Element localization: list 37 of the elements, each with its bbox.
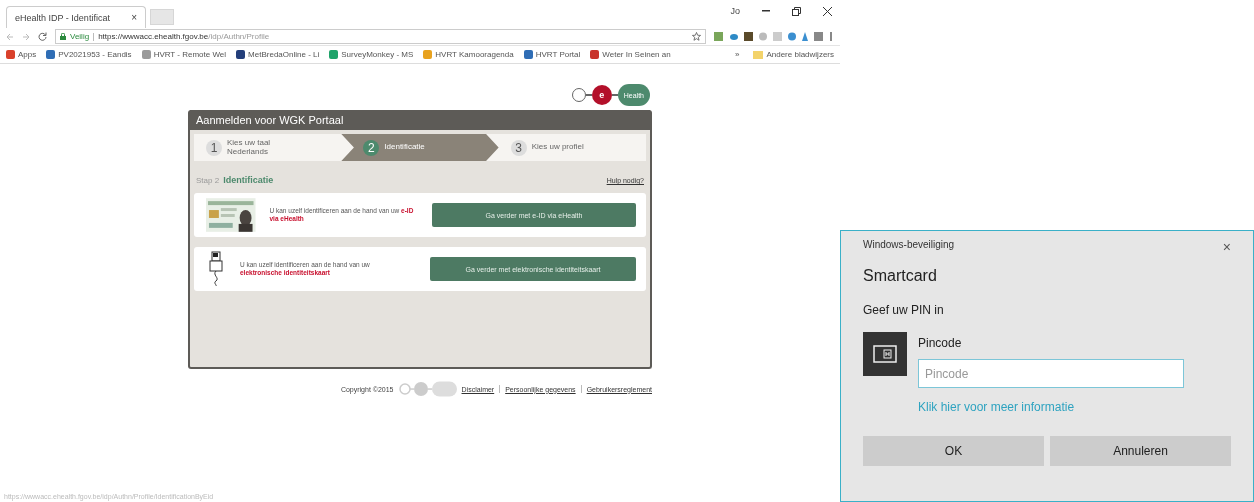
dialog-prompt: Geef uw PIN in (863, 303, 945, 317)
panel-title: Aanmelden voor WGK Portaal (190, 110, 650, 130)
bookmark[interactable]: HVRT - Remote Wel (141, 50, 227, 59)
smartcard-icon (863, 332, 907, 376)
close-icon[interactable] (823, 6, 832, 16)
reload-icon[interactable] (38, 32, 47, 41)
bookmark[interactable]: Apps (6, 50, 37, 59)
field-label: Pincode (918, 336, 963, 350)
bookmark[interactable]: MetBredaOnline - Li (236, 50, 320, 59)
bookmark[interactable]: PV2021953 - Eandis (46, 50, 132, 59)
bookmark[interactable]: SurveyMonkey - MS (329, 50, 414, 59)
dialog-button[interactable]: OK (863, 436, 1044, 466)
close-button[interactable]: × (1222, 239, 1231, 255)
browser-tab[interactable]: eHealth IDP - Identificat × (6, 6, 146, 28)
footer-logo-icon (398, 381, 457, 397)
address-bar[interactable]: Veilig https://wwwacc.ehealth.fgov.be/idp/Authn/Profile (55, 29, 706, 44)
wizard-step: 2 Identificatie (341, 134, 499, 161)
step-title: Identificatie (223, 175, 274, 185)
minimize-icon[interactable] (762, 10, 770, 12)
step-prefix: Stap 2 (196, 176, 220, 185)
lock-icon (60, 33, 66, 40)
card-reader-icon (206, 251, 226, 287)
more-bookmarks-button[interactable]: » (734, 50, 740, 59)
dialog-title: Windows-beveiliging (863, 239, 955, 252)
restore-icon[interactable] (792, 6, 801, 16)
bookmark[interactable]: HVRT Kamooragenda (423, 50, 514, 59)
bookmark-folder[interactable]: Andere bladwijzers (753, 50, 834, 59)
wizard-step: 3 Kies uw profiel (498, 134, 646, 161)
dialog-button[interactable]: Annuleren (1050, 436, 1231, 466)
pincode-field[interactable]: Pincode (918, 359, 1184, 388)
bookmark[interactable]: HVRT Portal (523, 50, 581, 59)
bookmark[interactable]: Weter In Seinen an (590, 50, 671, 59)
user-badge[interactable]: Jo (730, 6, 740, 16)
wizard-step: 1 Kies uw taal Nederlands (194, 134, 342, 161)
dialog-heading: Smartcard (863, 267, 938, 285)
star-icon[interactable] (692, 32, 701, 41)
extension-icons-drawing[interactable] (714, 32, 834, 41)
